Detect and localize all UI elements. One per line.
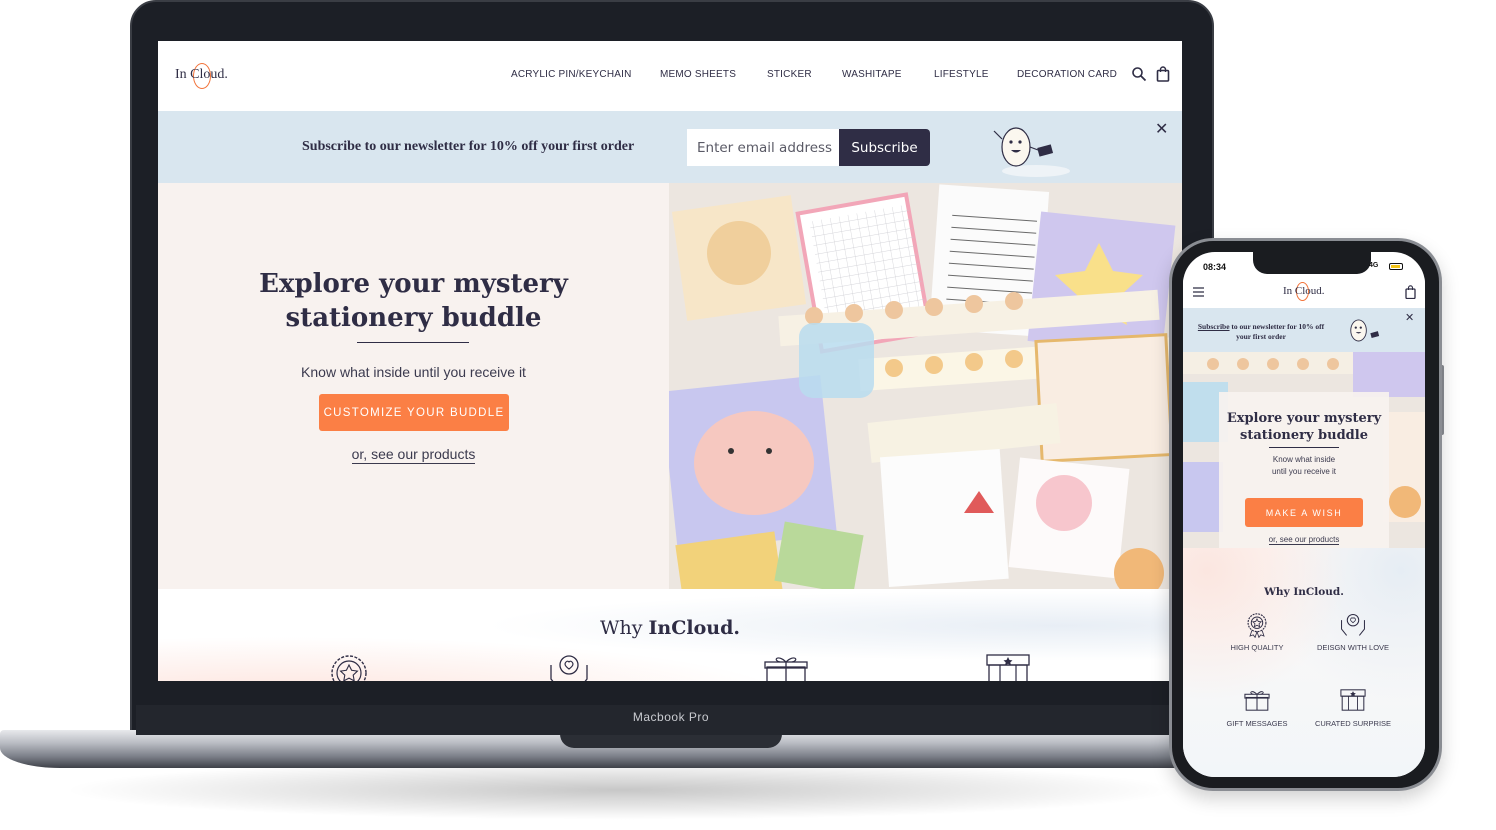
mobile-newsletter-text: Subscribe to our newsletter for 10% off … <box>1197 322 1325 342</box>
desktop-screen: In Cloud. ACRYLIC PIN/KEYCHAIN MEMO SHEE… <box>158 41 1182 681</box>
laptop-chin: Macbook Pro <box>136 705 1206 735</box>
cloud-mascot-illustration <box>993 127 1070 177</box>
why-title-brand: InCloud. <box>648 617 740 639</box>
phone-notch <box>1253 252 1371 274</box>
why-title-prefix: Why <box>600 617 649 639</box>
gift-box-icon <box>764 657 808 681</box>
site-header: In Cloud. ACRYLIC PIN/KEYCHAIN MEMO SHEE… <box>158 41 1182 111</box>
device-label: Macbook Pro <box>632 710 710 724</box>
nav-acrylic-pin-keychain[interactable]: ACRYLIC PIN/KEYCHAIN <box>511 69 632 80</box>
site-logo[interactable]: In Cloud. <box>175 67 228 83</box>
mobile-see-products-link-wrap: or, see our products <box>1219 535 1389 545</box>
mobile-hero-subtitle-line2: until you receive it <box>1271 467 1337 476</box>
laptop-shadow <box>60 760 1180 820</box>
newsletter-close-icon[interactable]: ✕ <box>1155 119 1168 139</box>
search-icon[interactable] <box>1131 66 1147 82</box>
see-products-link-wrap: or, see our products <box>158 446 669 464</box>
nav-memo-sheets[interactable]: MEMO SHEETS <box>660 69 736 80</box>
gift-box-icon <box>1244 691 1270 711</box>
feature-label: GIFT MESSAGES <box>1226 719 1288 728</box>
feature-label: DEISGN WITH LOVE <box>1316 643 1390 652</box>
mobile-newsletter-banner: Subscribe to our newsletter for 10% off … <box>1183 308 1425 352</box>
hamburger-menu-icon[interactable] <box>1193 287 1204 297</box>
mobile-screen: 08:34 4G In Cloud. Subscribe to our news… <box>1183 252 1425 777</box>
hero-subtitle: Know what inside until you receive it <box>301 364 526 380</box>
subscribe-button[interactable]: Subscribe <box>839 129 930 166</box>
award-badge-icon <box>1247 613 1267 638</box>
battery-icon <box>1389 263 1403 270</box>
email-input[interactable] <box>687 129 839 166</box>
mobile-hero-subtitle-line1: Know what inside <box>1272 455 1336 464</box>
heart-hands-icon <box>1341 613 1365 636</box>
nav-lifestyle[interactable]: LIFESTYLE <box>934 69 989 80</box>
mobile-why-title: Why InCloud. <box>1264 586 1344 598</box>
hero-title-line1: Explore your mystery <box>259 269 568 299</box>
mobile-hero-card: Explore your mystery stationery buddle K… <box>1219 392 1389 568</box>
mobile-cloud-mascot-illustration <box>1350 319 1380 342</box>
mobile-site-logo[interactable]: In Cloud. <box>1283 285 1325 297</box>
nav-washitape[interactable]: WASHITAPE <box>842 69 902 80</box>
newsletter-banner: Subscribe to our newsletter for 10% off … <box>158 111 1182 183</box>
mobile-hero-title-line2: stationery buddle <box>1240 428 1368 443</box>
mobile-bag-icon[interactable] <box>1405 285 1416 299</box>
make-a-wish-button[interactable]: MAKE A WISH <box>1245 498 1363 527</box>
nav-sticker[interactable]: STICKER <box>767 69 812 80</box>
mobile-newsletter-close-icon[interactable]: ✕ <box>1405 311 1414 324</box>
why-title: Why InCloud. <box>158 617 1182 639</box>
mobile-header: In Cloud. <box>1183 278 1425 308</box>
stationery-photo <box>669 183 1182 589</box>
surprise-box-icon <box>1340 689 1366 711</box>
why-section: Why InCloud. <box>158 589 1182 681</box>
heart-hands-icon <box>550 655 588 681</box>
hero-divider <box>357 342 469 343</box>
surprise-box-icon <box>986 654 1030 681</box>
status-time: 08:34 <box>1203 262 1227 272</box>
mobile-newsletter-copy: to our newsletter for 10% off your first… <box>1229 322 1325 341</box>
mobile-why-section: Why InCloud. HIGH QUALITY DEISGN WITH LO… <box>1183 548 1425 777</box>
mobile-hero-title: Explore your mystery stationery buddle <box>1219 410 1389 444</box>
feature-curated-surprise: CURATED SURPRISE <box>1303 686 1403 728</box>
award-badge-icon <box>331 655 367 681</box>
feature-label: CURATED SURPRISE <box>1314 719 1392 728</box>
feature-high-quality: HIGH QUALITY <box>1207 610 1307 652</box>
status-network: 4G <box>1369 262 1379 269</box>
mobile-hero-divider <box>1269 447 1339 448</box>
hero-panel: Explore your mystery stationery buddle K… <box>158 183 669 589</box>
hero-title: Explore your mystery stationery buddle <box>158 267 669 335</box>
mobile-subscribe-link[interactable]: Subscribe <box>1198 322 1230 331</box>
mobile-see-products-link[interactable]: or, see our products <box>1268 535 1340 545</box>
bag-icon[interactable] <box>1155 66 1171 82</box>
newsletter-text: Subscribe to our newsletter for 10% off … <box>302 139 635 154</box>
feature-gift-messages: GIFT MESSAGES <box>1207 686 1307 728</box>
mobile-hero-subtitle: Know what inside until you receive it <box>1219 454 1389 478</box>
customize-buddle-button[interactable]: CUSTOMIZE YOUR BUDDLE <box>319 394 509 431</box>
mobile-hero-title-line1: Explore your mystery <box>1226 411 1382 426</box>
hero-title-line2: stationery buddle <box>285 303 542 333</box>
feature-design-with-love: DEISGN WITH LOVE <box>1303 610 1403 652</box>
nav-decoration-card[interactable]: DECORATION CARD <box>1017 69 1117 80</box>
feature-label: HIGH QUALITY <box>1230 643 1284 652</box>
see-products-link[interactable]: or, see our products <box>351 446 476 464</box>
